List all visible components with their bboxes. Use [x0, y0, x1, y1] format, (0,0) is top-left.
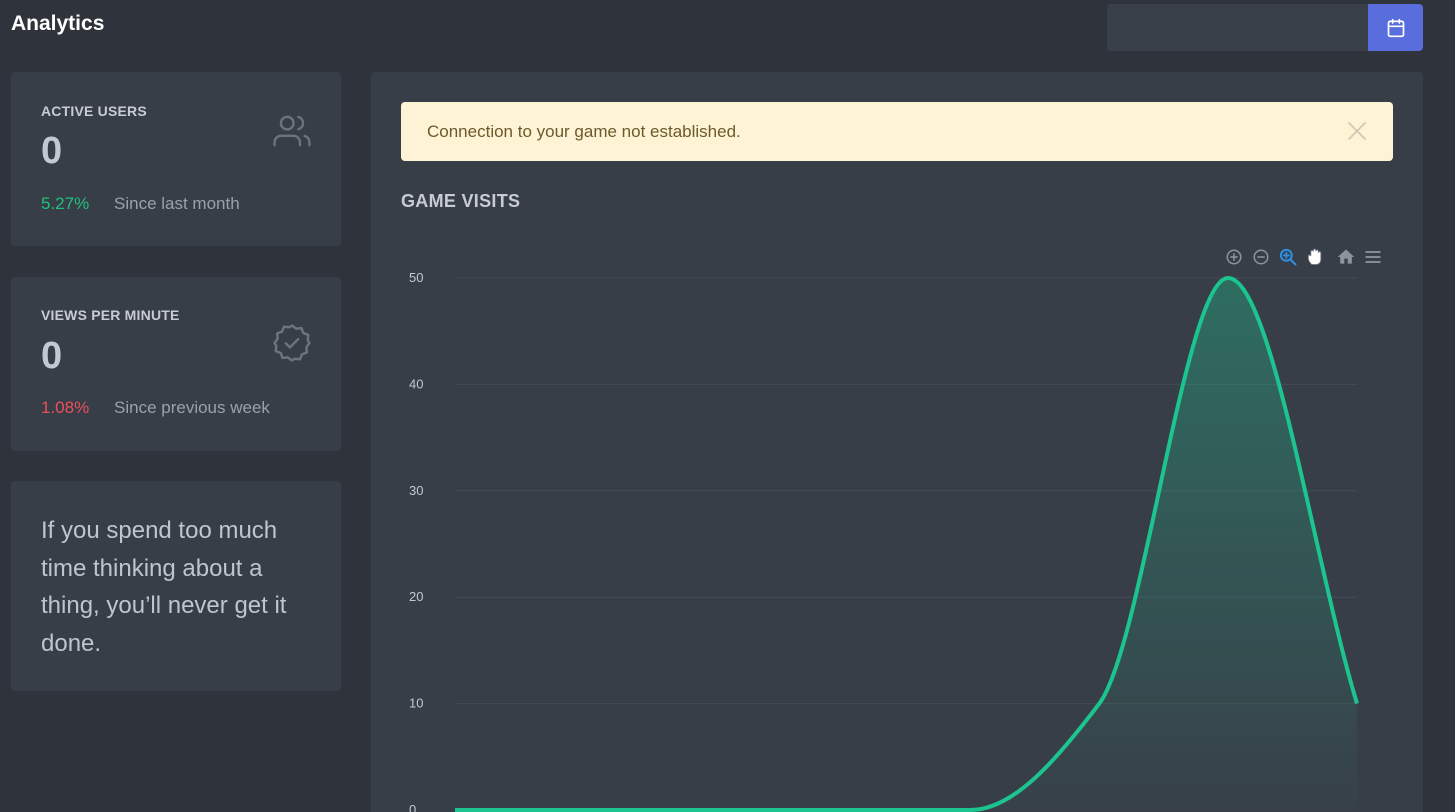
- y-tick-label: 40: [409, 376, 423, 391]
- page-title: Analytics: [11, 12, 105, 35]
- zoom-out-icon[interactable]: [1250, 246, 1272, 268]
- series-area: [455, 278, 1357, 810]
- stat-value: 0: [41, 335, 63, 377]
- calendar-button[interactable]: [1368, 4, 1423, 51]
- views-per-minute-card: VIEWS PER MINUTE 0 1.08% Since previous …: [11, 277, 341, 451]
- stat-change: 1.08%: [41, 398, 90, 417]
- stat-change: 5.27%: [41, 194, 90, 213]
- stat-since: Since last month: [114, 194, 240, 213]
- menu-icon[interactable]: [1362, 246, 1384, 268]
- active-users-card: ACTIVE USERS 0 5.27% Since last month: [11, 72, 341, 246]
- date-range-picker: [1107, 4, 1423, 51]
- stat-title: ACTIVE USERS: [41, 103, 147, 119]
- analytics-page: Analytics ACTIVE USERS 0 5.27% Since las…: [0, 0, 1455, 812]
- stat-value: 0: [41, 130, 63, 172]
- stat-since: Since previous week: [114, 398, 270, 417]
- quote-text: If you spend too much time thinking abou…: [41, 517, 287, 657]
- quote-card: If you spend too much time thinking abou…: [11, 481, 341, 691]
- y-tick-label: 30: [409, 483, 423, 498]
- selection-zoom-icon[interactable]: [1277, 246, 1299, 268]
- y-tick-label: 0: [409, 802, 416, 812]
- y-tick-label: 50: [409, 270, 423, 285]
- chart-toolbar: [1223, 246, 1384, 268]
- date-range-input[interactable]: [1107, 4, 1368, 51]
- game-visits-chart: 0 10 20 30 40 50: [409, 270, 1359, 812]
- y-tick-label: 20: [409, 589, 423, 604]
- y-tick-label: 10: [409, 696, 423, 711]
- pan-icon[interactable]: [1304, 246, 1326, 268]
- badge-check-icon: [273, 324, 311, 362]
- game-visits-card: Connection to your game not established.…: [371, 72, 1423, 812]
- home-icon[interactable]: [1335, 246, 1357, 268]
- calendar-icon: [1387, 18, 1404, 37]
- users-icon: [273, 115, 311, 147]
- zoom-in-icon[interactable]: [1223, 246, 1245, 268]
- stat-title: VIEWS PER MINUTE: [41, 307, 180, 323]
